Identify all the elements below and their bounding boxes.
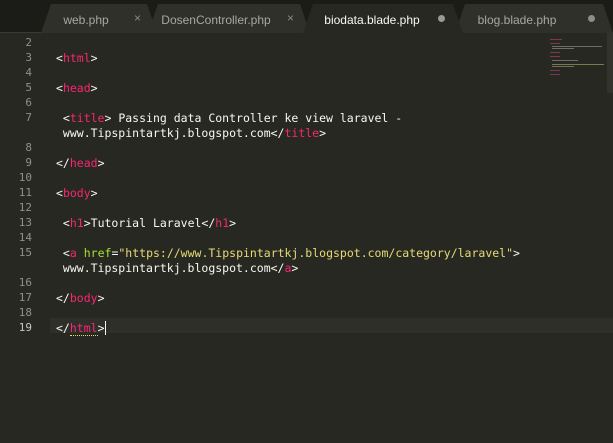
line-number: 3 <box>25 51 32 64</box>
code-token: < <box>56 246 70 260</box>
code-token: > <box>90 81 98 95</box>
code-token: </ <box>56 291 70 305</box>
code-line[interactable]: www.Tipspintartkj.blogspot.com</a> <box>56 261 298 275</box>
code-token: > <box>97 321 105 335</box>
code-token: html <box>69 321 98 336</box>
code-token: > <box>97 291 105 305</box>
code-token: head <box>69 156 98 170</box>
code-line[interactable]: <head> <box>56 81 98 95</box>
current-line-highlight <box>50 318 613 333</box>
code-token: < <box>56 186 63 200</box>
code-token: > <box>90 186 98 200</box>
close-icon[interactable]: × <box>134 11 141 25</box>
tab-web-php[interactable]: web.php × <box>41 4 157 33</box>
code-line[interactable]: <html> <box>56 51 98 65</box>
line-number: 16 <box>18 276 32 289</box>
tab-blog-blade-php[interactable]: blog.blade.php <box>455 4 613 33</box>
code-token: </ <box>56 321 70 335</box>
code-token: h1 <box>69 216 84 230</box>
code-line[interactable]: <body> <box>56 186 98 200</box>
code-token: "https://www.Tipspintartkj.blogspot.com/… <box>118 246 514 260</box>
minimap[interactable] <box>548 33 608 123</box>
close-icon[interactable]: × <box>287 11 294 25</box>
code-token: < <box>56 111 70 125</box>
line-number: 5 <box>25 81 32 94</box>
line-number: 8 <box>25 141 32 154</box>
line-number: 19 <box>18 321 32 334</box>
line-number: 6 <box>25 96 32 109</box>
line-number: 11 <box>18 186 32 199</box>
code-line[interactable]: www.Tipspintartkj.blogspot.com</title> <box>56 126 326 140</box>
code-token: > <box>97 156 105 170</box>
code-token: title <box>69 111 105 125</box>
code-line[interactable]: </head> <box>56 156 105 170</box>
text-cursor <box>104 321 106 335</box>
code-token: title <box>284 126 320 140</box>
line-number: 7 <box>25 111 32 124</box>
code-token: head <box>62 81 91 95</box>
code-token: > <box>90 51 98 65</box>
code-line[interactable]: <a href="https://www.Tipspintartkj.blogs… <box>56 246 520 260</box>
code-token: < <box>56 51 63 65</box>
code-token: html <box>62 51 91 65</box>
code-line[interactable]: </html> <box>56 321 106 336</box>
code-token: < <box>56 81 63 95</box>
code-token: www.Tipspintartkj.blogspot.com</ <box>56 126 285 140</box>
line-number: 18 <box>18 306 32 319</box>
unsaved-dot-icon[interactable] <box>588 15 595 22</box>
code-token: > <box>229 216 237 230</box>
code-token: body <box>62 186 91 200</box>
line-number: 14 <box>18 231 32 244</box>
line-number: 17 <box>18 291 32 304</box>
tab-biodata-blade-php[interactable]: biodata.blade.php <box>303 4 463 33</box>
code-token: >Tutorial Laravel</ <box>83 216 216 230</box>
tab-label: DosenController.php <box>161 13 271 27</box>
code-token: www.Tipspintartkj.blogspot.com</ <box>56 261 285 275</box>
code-token: h1 <box>215 216 230 230</box>
code-token: < <box>56 216 70 230</box>
line-number: 12 <box>18 201 32 214</box>
code-token: > Passing data Controller ke view larave… <box>104 111 403 125</box>
line-number: 15 <box>18 246 32 259</box>
code-token: href <box>83 246 112 260</box>
code-token: a <box>69 246 77 260</box>
line-number: 9 <box>25 156 32 169</box>
line-number-gutter: 2 3 4 5 6 7 8 9 10 11 12 13 14 15 16 17 18 19 <box>0 33 44 443</box>
unsaved-dot-icon[interactable] <box>438 15 445 22</box>
code-line[interactable]: <title> Passing data Controller ke view … <box>56 111 402 125</box>
line-number: 4 <box>25 66 32 79</box>
code-token: > <box>513 246 520 260</box>
code-token: > <box>319 126 327 140</box>
tab-dosencontroller-php[interactable]: DosenController.php × <box>148 4 310 33</box>
code-token: </ <box>56 156 70 170</box>
line-number: 13 <box>18 216 32 229</box>
scrollbar-thumb[interactable] <box>607 33 613 93</box>
code-line[interactable]: <h1>Tutorial Laravel</h1> <box>56 216 236 230</box>
line-number: 10 <box>18 171 32 184</box>
code-token: > <box>291 261 299 275</box>
line-number: 2 <box>25 36 32 49</box>
code-editor[interactable]: 2 3 4 5 6 7 8 9 10 11 12 13 14 15 16 17 18 19 <html> <head… <box>0 33 613 443</box>
code-line[interactable]: </body> <box>56 291 105 305</box>
code-token: body <box>69 291 98 305</box>
